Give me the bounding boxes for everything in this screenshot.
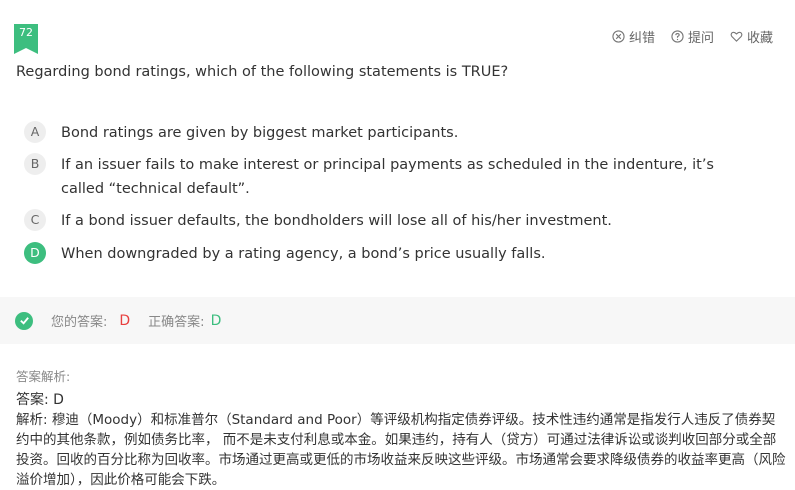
favorite-label: 收藏: [746, 31, 773, 46]
question-number-badge: 72: [14, 24, 38, 54]
check-circle-icon: [15, 311, 33, 330]
option-text: Bond ratings are given by biggest market…: [61, 125, 459, 141]
correct-answer-value: D: [210, 312, 222, 329]
question-number: 72: [19, 26, 33, 39]
your-answer-value: D: [119, 312, 131, 329]
option-letter: B: [24, 153, 46, 175]
answer-analysis: 答案解析: 答案: D 解析: 穆迪（Moody）和标准普尔（Standard …: [16, 366, 786, 490]
option-letter: C: [24, 209, 46, 231]
option-b[interactable]: B If an issuer fails to make interest or…: [24, 153, 751, 201]
analysis-title: 答案解析:: [16, 369, 71, 384]
analysis-body: 解析: 穆迪（Moody）和标准普尔（Standard and Poor）等评级…: [16, 412, 786, 488]
favorite-button[interactable]: 收藏: [730, 27, 773, 46]
report-error-button[interactable]: 纠错: [612, 27, 655, 46]
ask-question-button[interactable]: 提问: [671, 27, 714, 46]
answer-result-bar: 您的答案: D 正确答案: D: [0, 297, 795, 344]
question-circle-icon: [671, 30, 684, 43]
question-text: Regarding bond ratings, which of the fol…: [16, 64, 509, 80]
heart-icon: [730, 31, 743, 42]
option-c[interactable]: C If a bond issuer defaults, the bondhol…: [24, 209, 751, 233]
option-d[interactable]: D When downgraded by a rating agency, a …: [24, 242, 751, 266]
ask-question-label: 提问: [687, 31, 714, 46]
option-text: When downgraded by a rating agency, a bo…: [61, 246, 546, 262]
option-text: If an issuer fails to make interest or p…: [61, 157, 714, 197]
option-a[interactable]: A Bond ratings are given by biggest mark…: [24, 121, 751, 145]
option-letter: A: [24, 121, 46, 143]
your-answer-label: 您的答案:: [51, 315, 108, 330]
analysis-answer: 答案: D: [16, 392, 64, 408]
close-circle-icon: [612, 30, 625, 43]
correct-answer-label: 正确答案:: [148, 315, 205, 330]
option-letter-correct: D: [24, 242, 46, 264]
report-error-label: 纠错: [628, 31, 655, 46]
question-toolbar: 纠错 提问 收藏: [612, 27, 773, 46]
option-text: If a bond issuer defaults, the bondholde…: [61, 213, 612, 229]
